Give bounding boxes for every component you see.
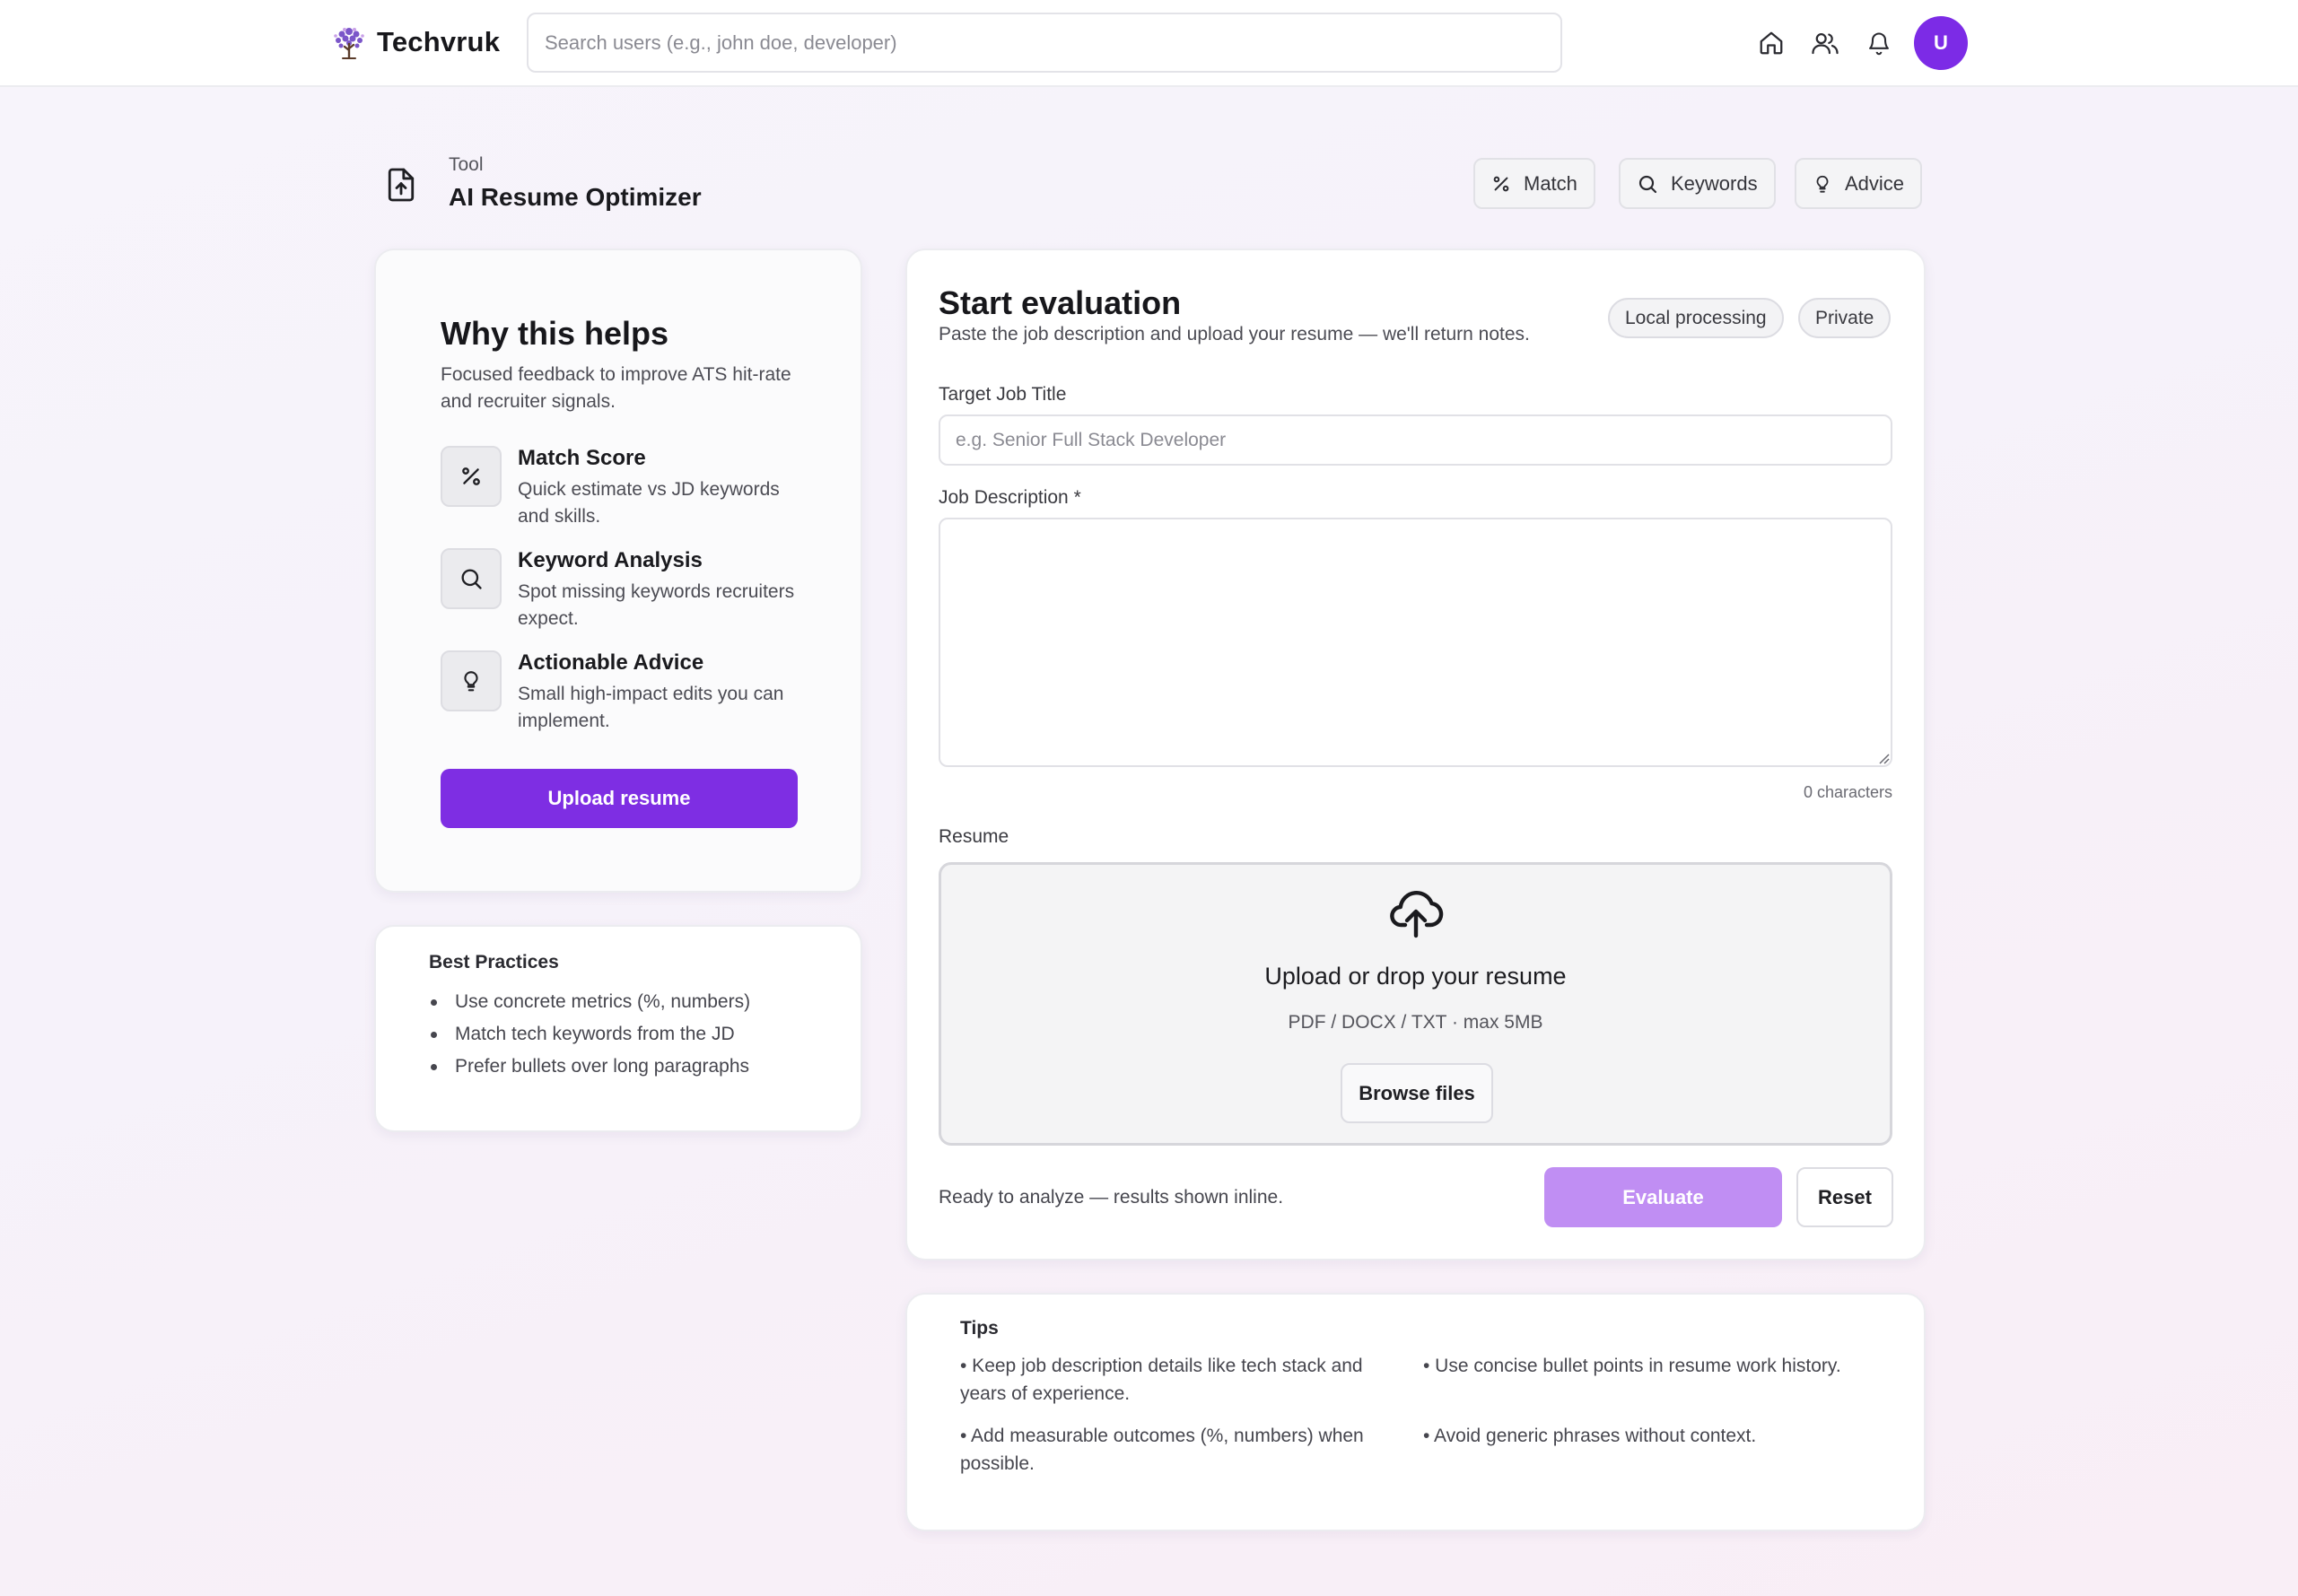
local-processing-badge: Local processing xyxy=(1608,298,1784,338)
keywords-button-label: Keywords xyxy=(1671,171,1758,195)
why-card: Why this helps Focused feedback to impro… xyxy=(374,249,862,893)
percent-icon xyxy=(1493,176,1509,191)
home-icon[interactable] xyxy=(1754,26,1788,60)
job-title-label: Target Job Title xyxy=(939,384,1067,405)
advice-button[interactable]: Advice xyxy=(1795,158,1923,209)
feature-title: Keyword Analysis xyxy=(518,548,703,572)
feature-keyword-analysis: Keyword Analysis Spot missing keywords r… xyxy=(441,548,808,638)
match-button[interactable]: Match xyxy=(1473,158,1595,209)
evaluation-title: Start evaluation xyxy=(939,284,1182,321)
lightbulb-icon xyxy=(1816,175,1829,193)
evaluate-button[interactable]: Evaluate xyxy=(1544,1167,1782,1227)
top-navbar: Techvruk U xyxy=(0,0,2298,87)
list-item: Use concrete metrics (%, numbers) xyxy=(429,986,750,1018)
brand-logo[interactable]: Techvruk xyxy=(330,23,500,61)
user-avatar[interactable]: U xyxy=(1914,16,1968,70)
brand-name: Techvruk xyxy=(377,26,501,57)
page-title: AI Resume Optimizer xyxy=(449,183,702,211)
feature-desc: Small high-impact edits you can implemen… xyxy=(518,684,784,731)
search-icon xyxy=(441,548,502,609)
lightbulb-icon xyxy=(441,650,502,711)
match-button-label: Match xyxy=(1524,171,1577,195)
keywords-button[interactable]: Keywords xyxy=(1619,158,1776,209)
list-item: Match tech keywords from the JD xyxy=(429,1018,750,1051)
resize-handle-icon[interactable] xyxy=(1877,752,1890,764)
reset-button[interactable]: Reset xyxy=(1796,1167,1893,1227)
cloud-upload-icon xyxy=(1390,891,1444,938)
private-badge: Private xyxy=(1798,298,1892,338)
feature-title: Match Score xyxy=(518,446,646,470)
tips-title: Tips xyxy=(960,1318,999,1339)
file-upload-icon xyxy=(388,168,415,202)
job-description-label: Job Description * xyxy=(939,487,1081,508)
advice-button-label: Advice xyxy=(1845,171,1905,195)
best-practices-title: Best Practices xyxy=(429,952,559,972)
browse-files-button[interactable]: Browse files xyxy=(1341,1063,1493,1123)
tip-item: • Avoid generic phrases without context. xyxy=(1423,1426,1757,1446)
tool-kicker: Tool xyxy=(449,154,484,175)
resume-label: Resume xyxy=(939,826,1009,847)
job-title-input[interactable] xyxy=(939,414,1892,466)
best-practices-card: Best Practices Use concrete metrics (%, … xyxy=(374,925,862,1132)
status-text: Ready to analyze — results shown inline. xyxy=(939,1187,1284,1208)
tip-item: • Keep job description details like tech… xyxy=(960,1356,1363,1404)
tip-item: • Add measurable outcomes (%, numbers) w… xyxy=(960,1426,1364,1474)
evaluation-subtitle: Paste the job description and upload you… xyxy=(939,324,1530,344)
tree-logo-icon xyxy=(334,28,364,59)
list-item: Prefer bullets over long paragraphs xyxy=(429,1051,750,1083)
why-subtitle: Focused feedback to improve ATS hit-rate… xyxy=(441,364,791,412)
best-practices-list: Use concrete metrics (%, numbers) Match … xyxy=(429,986,750,1083)
character-count: 0 characters xyxy=(1803,783,1892,801)
feature-match-score: Match Score Quick estimate vs JD keyword… xyxy=(441,446,808,536)
percent-icon xyxy=(441,446,502,507)
tip-item: • Use concise bullet points in resume wo… xyxy=(1423,1356,1841,1376)
feature-title: Actionable Advice xyxy=(518,650,704,675)
feature-desc: Spot missing keywords recruiters expect. xyxy=(518,581,795,629)
upload-resume-button[interactable]: Upload resume xyxy=(441,769,798,828)
job-description-textarea[interactable] xyxy=(939,518,1892,767)
feature-actionable-advice: Actionable Advice Small high-impact edit… xyxy=(441,650,808,740)
feature-desc: Quick estimate vs JD keywords and skills… xyxy=(518,479,780,527)
search-icon xyxy=(1638,175,1657,193)
users-icon[interactable] xyxy=(1808,26,1842,60)
dropzone-subtitle: PDF / DOCX / TXT · max 5MB xyxy=(1288,1012,1543,1033)
evaluation-card: Start evaluation Paste the job descripti… xyxy=(905,249,1926,1260)
bell-icon[interactable] xyxy=(1862,26,1896,60)
why-title: Why this helps xyxy=(441,315,669,352)
tips-card: Tips • Keep job description details like… xyxy=(905,1293,1926,1531)
user-search-input[interactable] xyxy=(527,13,1562,73)
resume-dropzone[interactable]: Upload or drop your resume PDF / DOCX / … xyxy=(939,862,1892,1146)
dropzone-title: Upload or drop your resume xyxy=(1264,963,1567,990)
